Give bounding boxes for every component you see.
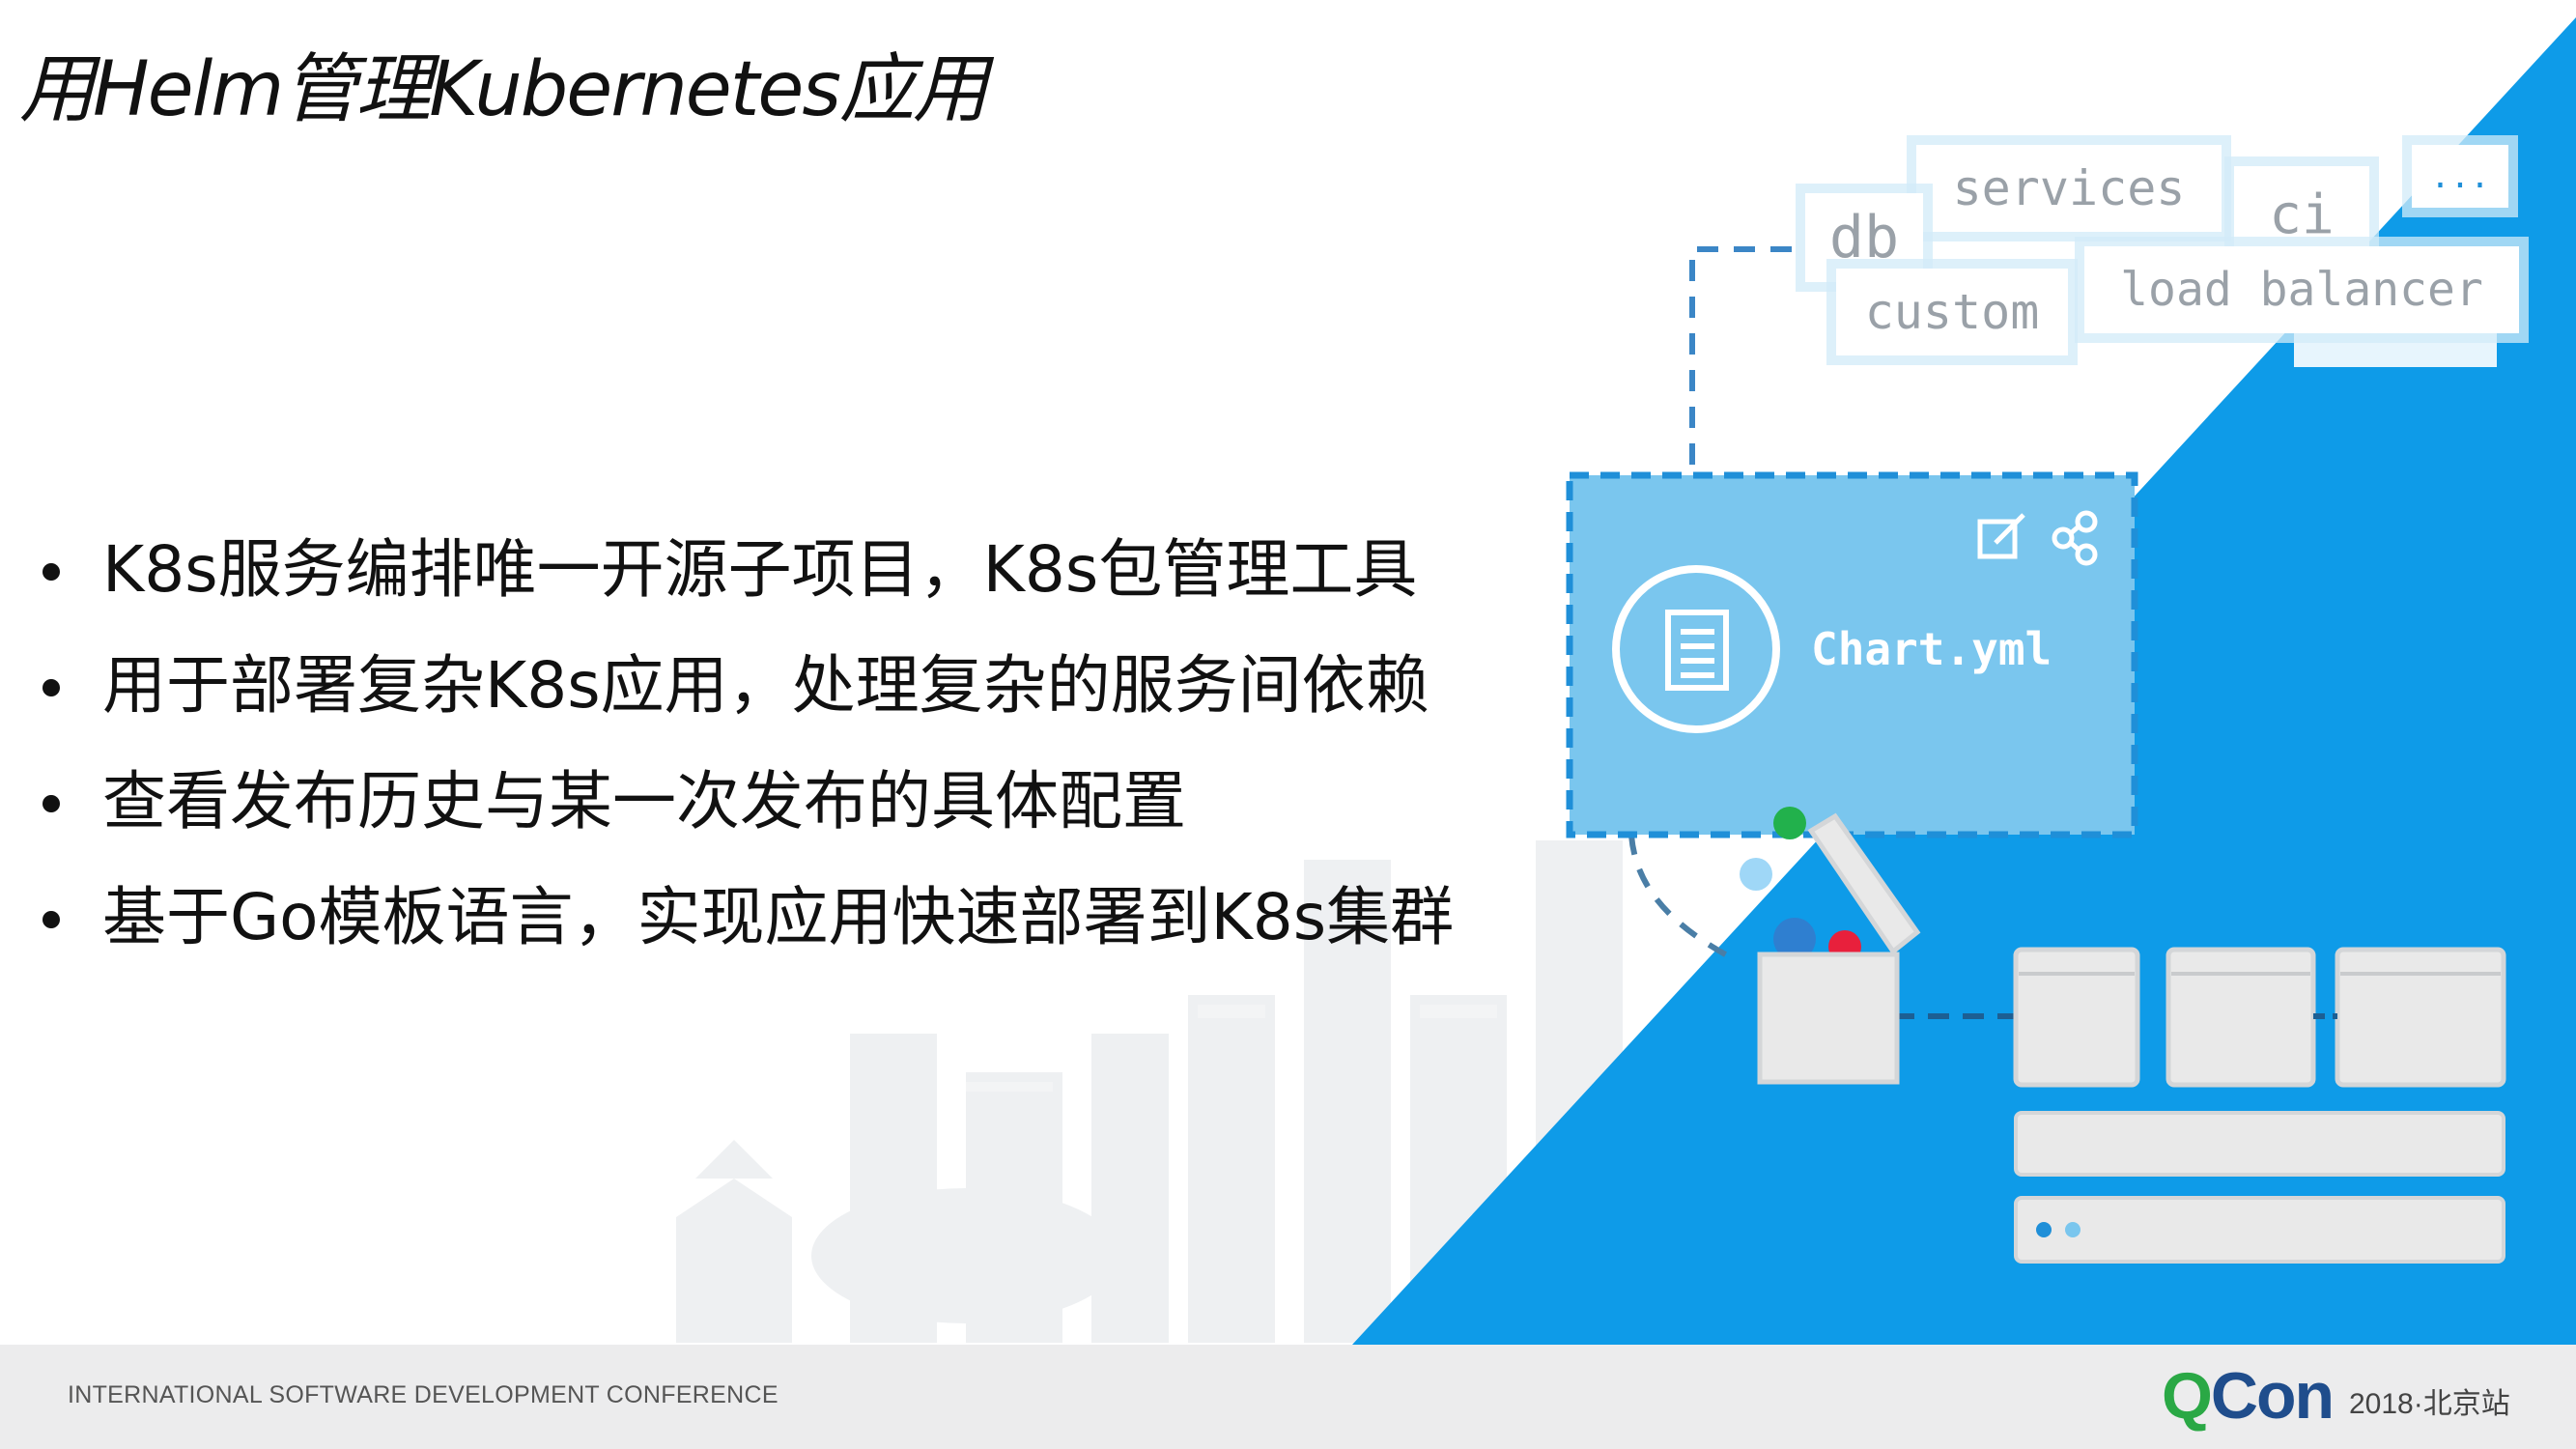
slide: services ci ... db custom load balancer … [0, 0, 2576, 1449]
bullet-dot [42, 679, 60, 696]
bullet-item: K8s服务编排唯一开源子项目，K8s包管理工具 [35, 526, 1454, 642]
tag-services: services [1916, 145, 2222, 232]
bullet-text: 用于部署复杂K8s应用，处理复杂的服务间依赖 [102, 648, 1430, 723]
bullet-dot [42, 563, 60, 581]
blue-ball [1740, 858, 1772, 891]
tag-more: ... [2412, 145, 2508, 208]
bullet-item: 查看发布历史与某一次发布的具体配置 [35, 758, 1454, 874]
conference-edition: 2018·北京站 [2349, 1388, 2510, 1420]
logo-q: Q [2162, 1359, 2213, 1433]
bullet-dot [42, 911, 60, 928]
bullet-list: K8s服务编排唯一开源子项目，K8s包管理工具 用于部署复杂K8s应用，处理复杂… [35, 526, 1454, 990]
cluster-node [2013, 947, 2140, 1088]
qcon-logo: QCon [2162, 1358, 2335, 1434]
package-box [1757, 952, 1900, 1085]
bullet-item: 用于部署复杂K8s应用，处理复杂的服务间依赖 [35, 642, 1454, 758]
tag-load-balancer: load balancer [2084, 246, 2519, 333]
conference-name: INTERNATIONAL SOFTWARE DEVELOPMENT CONFE… [68, 1381, 778, 1408]
bullet-item: 基于Go模板语言，实现应用快速部署到K8s集群 [35, 874, 1454, 990]
logo-con: Con [2210, 1359, 2335, 1433]
green-ball [1773, 807, 1806, 839]
status-dot [2065, 1222, 2081, 1237]
bullet-text: K8s服务编排唯一开源子项目，K8s包管理工具 [102, 532, 1418, 607]
status-dot [2036, 1222, 2052, 1237]
footer: INTERNATIONAL SOFTWARE DEVELOPMENT CONFE… [0, 1345, 2576, 1449]
bullet-text: 查看发布历史与某一次发布的具体配置 [102, 764, 1186, 838]
chart-file-name: Chart.yml [1811, 623, 2052, 675]
slide-title: 用Helm管理Kubernetes应用 [19, 46, 988, 133]
bullet-text: 基于Go模板语言，实现应用快速部署到K8s集群 [102, 880, 1455, 954]
tag-custom: custom [1836, 269, 2068, 355]
cluster-bar [2014, 1111, 2505, 1177]
bullet-dot [42, 795, 60, 812]
cluster-node [2335, 947, 2506, 1088]
cluster-node [2166, 947, 2316, 1088]
cluster-status-bar [2014, 1196, 2505, 1264]
